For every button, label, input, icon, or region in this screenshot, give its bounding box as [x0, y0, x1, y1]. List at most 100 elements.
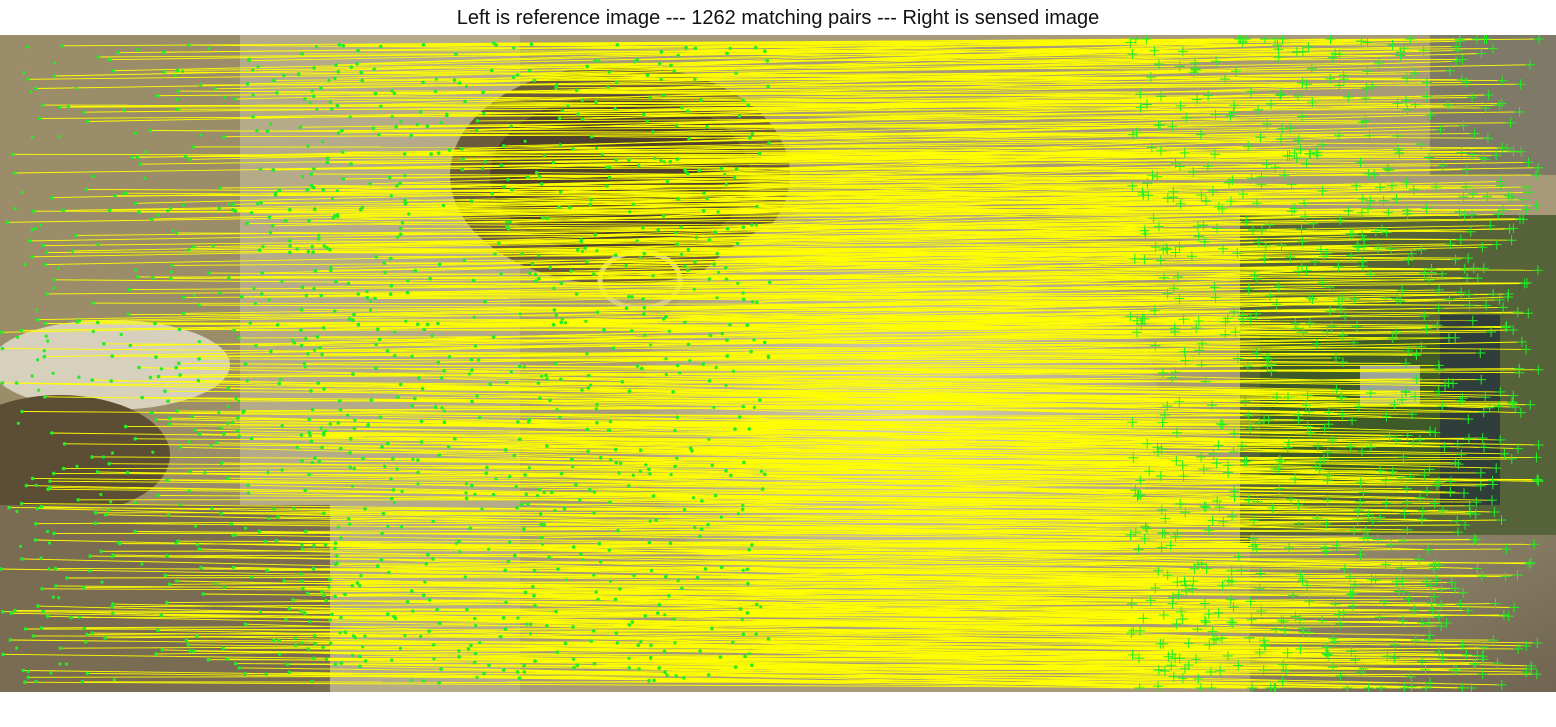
reference-point-marker	[99, 492, 103, 497]
reference-point-marker	[425, 124, 430, 128]
reference-point-marker	[627, 294, 631, 299]
reference-point-marker	[62, 442, 67, 446]
reference-point-marker	[237, 399, 241, 403]
reference-point-marker	[627, 389, 632, 394]
reference-point-marker	[724, 266, 728, 270]
reference-point-marker	[243, 362, 248, 366]
reference-point-marker	[245, 221, 249, 226]
reference-point-marker	[51, 595, 55, 599]
reference-point-marker	[125, 470, 130, 475]
reference-point-marker	[309, 389, 313, 393]
reference-point-marker	[156, 493, 160, 498]
reference-point-marker	[93, 511, 98, 515]
reference-point-marker	[478, 416, 482, 420]
reference-point-marker	[701, 208, 706, 213]
reference-point-marker	[608, 500, 612, 505]
reference-point-marker	[143, 176, 147, 180]
reference-point-marker	[148, 128, 153, 133]
reference-point-marker	[413, 396, 417, 401]
reference-point-marker	[304, 293, 309, 298]
reference-point-marker	[614, 461, 618, 465]
reference-point-marker	[249, 436, 254, 441]
reference-point-marker	[575, 248, 580, 252]
reference-point-marker	[657, 666, 661, 670]
reference-point-marker	[683, 168, 687, 172]
reference-point-marker	[737, 114, 742, 118]
reference-point-marker	[33, 538, 38, 542]
reference-point-marker	[127, 287, 132, 292]
reference-point-marker	[643, 333, 647, 337]
reference-point-marker	[296, 72, 301, 77]
reference-point-marker	[454, 52, 458, 56]
reference-point-marker	[85, 632, 89, 637]
reference-point-marker	[679, 225, 683, 230]
reference-point-marker	[638, 448, 643, 453]
reference-point-marker	[638, 469, 642, 473]
reference-point-marker	[308, 620, 312, 624]
reference-point-marker	[528, 622, 533, 626]
reference-point-marker	[398, 226, 403, 231]
reference-point-marker	[699, 527, 704, 531]
reference-point-marker	[8, 638, 13, 642]
reference-point-marker	[191, 649, 196, 653]
reference-point-marker	[306, 647, 311, 651]
reference-point-marker	[122, 108, 126, 112]
reference-point-marker	[613, 107, 617, 111]
reference-point-marker	[724, 182, 728, 186]
reference-point-marker	[350, 583, 355, 588]
reference-point-marker	[256, 64, 260, 69]
reference-point-marker	[475, 119, 480, 123]
reference-point-marker	[273, 193, 278, 197]
reference-point-marker	[399, 120, 403, 124]
reference-point-marker	[736, 281, 740, 285]
reference-point-marker	[376, 327, 380, 332]
reference-point-marker	[472, 315, 476, 319]
reference-point-marker	[13, 171, 17, 175]
reference-point-marker	[754, 602, 759, 607]
reference-point-marker	[356, 292, 361, 296]
reference-point-marker	[280, 468, 284, 472]
reference-point-marker	[474, 624, 478, 628]
reference-point-marker	[665, 673, 669, 677]
reference-point-marker	[741, 225, 746, 229]
reference-point-marker	[447, 355, 452, 359]
reference-point-marker	[589, 134, 594, 139]
reference-point-marker	[348, 451, 352, 455]
reference-point-marker	[54, 584, 58, 588]
reference-point-marker	[312, 66, 316, 70]
reference-point-marker	[330, 612, 334, 617]
reference-point-marker	[464, 496, 469, 501]
reference-point-marker	[91, 329, 95, 334]
reference-point-marker	[570, 457, 574, 462]
reference-point-marker	[313, 455, 317, 460]
reference-point-marker	[558, 415, 562, 419]
reference-point-marker	[271, 168, 276, 172]
reference-point-marker	[663, 613, 667, 617]
reference-point-marker	[749, 349, 753, 354]
reference-point-marker	[482, 671, 486, 676]
reference-point-marker	[309, 172, 314, 176]
reference-point-marker	[678, 371, 682, 375]
reference-point-marker	[597, 541, 602, 546]
reference-point-marker	[358, 207, 363, 212]
reference-point-marker	[641, 225, 645, 230]
reference-point-marker	[464, 482, 469, 486]
reference-point-marker	[56, 266, 61, 270]
reference-point-marker	[249, 211, 254, 215]
reference-point-marker	[648, 656, 653, 660]
reference-point-marker	[447, 148, 452, 152]
reference-point-marker	[392, 354, 397, 358]
reference-point-marker	[553, 509, 557, 513]
reference-point-marker	[642, 312, 646, 317]
reference-point-marker	[16, 335, 20, 339]
reference-point-marker	[299, 328, 303, 333]
reference-point-marker	[275, 323, 280, 327]
match-line	[304, 612, 1219, 614]
reference-point-marker	[585, 64, 590, 69]
reference-point-marker	[218, 186, 223, 190]
reference-point-marker	[109, 500, 113, 504]
reference-point-marker	[225, 657, 229, 661]
reference-point-marker	[394, 125, 399, 129]
reference-point-marker	[100, 580, 104, 584]
reference-point-marker	[682, 507, 687, 512]
